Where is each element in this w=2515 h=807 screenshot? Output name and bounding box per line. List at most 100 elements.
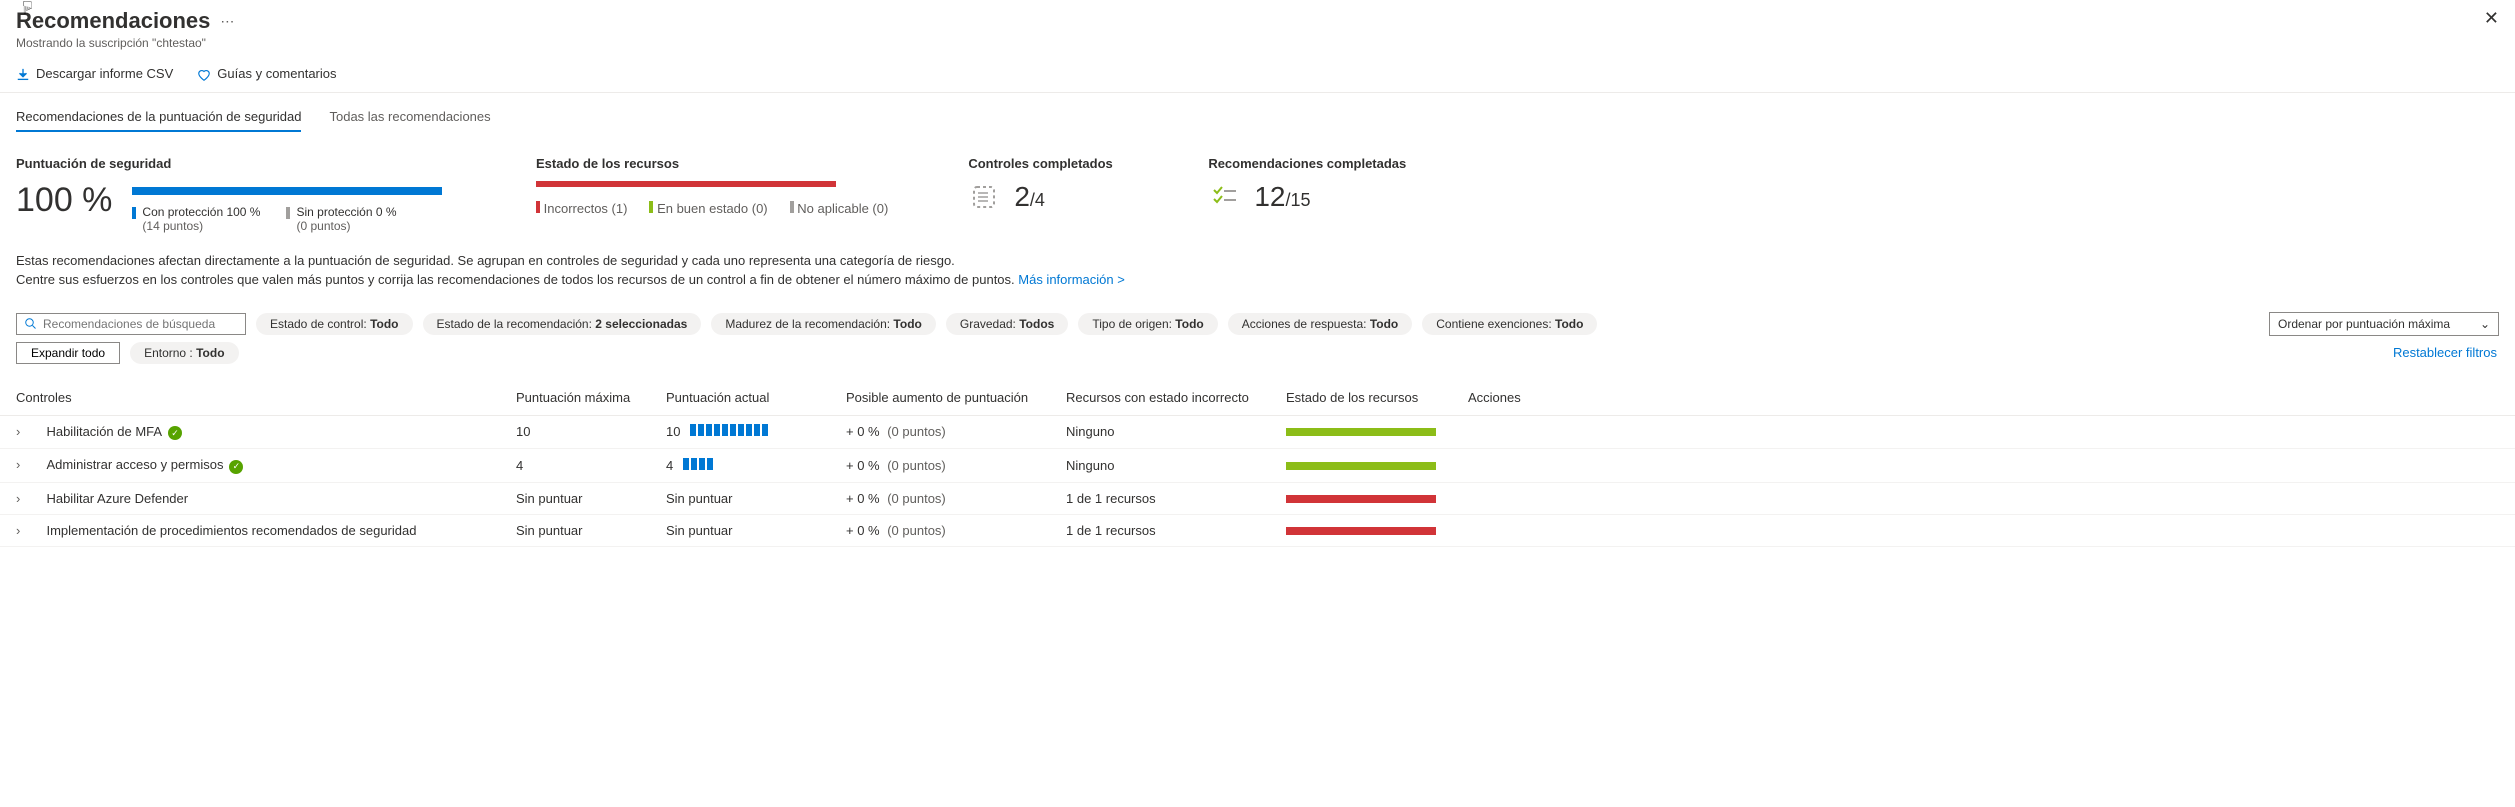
filter-pill-0[interactable]: Estado de control: Todo bbox=[256, 313, 413, 335]
filter-pill-1[interactable]: Estado de la recomendación: 2 selecciona… bbox=[423, 313, 702, 335]
sort-label: Ordenar por puntuación máxima bbox=[2278, 317, 2450, 331]
tab-scored-recs[interactable]: Recomendaciones de la puntuación de segu… bbox=[16, 109, 301, 132]
pill-env-value: Todo bbox=[196, 346, 224, 360]
tab-all-recs[interactable]: Todas las recomendaciones bbox=[329, 109, 490, 132]
toolbar: Descargar informe CSV Guías y comentario… bbox=[0, 56, 2515, 93]
tabs: Recomendaciones de la puntuación de segu… bbox=[0, 93, 2515, 132]
res-bad: Incorrectos (1) bbox=[536, 199, 627, 216]
health-bar bbox=[1286, 527, 1436, 535]
desc-line1: Estas recomendaciones afectan directamen… bbox=[16, 253, 955, 268]
expand-all-button[interactable]: Expandir todo bbox=[16, 342, 120, 364]
chevron-down-icon: ⌄ bbox=[2480, 317, 2490, 331]
metrics-row: Puntuación de seguridad 100 % Con protec… bbox=[0, 132, 2515, 243]
reset-filters-link[interactable]: Restablecer filtros bbox=[2393, 345, 2499, 360]
cell-actions bbox=[1452, 449, 2515, 483]
filters-row-2: Expandir todo Entorno : Todo Restablecer… bbox=[0, 342, 2515, 370]
cell-current: 10 bbox=[650, 415, 830, 449]
cell-health bbox=[1270, 415, 1452, 449]
table-row[interactable]: › Habilitar Azure DefenderSin puntuarSin… bbox=[0, 482, 2515, 514]
th-actions[interactable]: Acciones bbox=[1452, 380, 2515, 416]
cell-max: Sin puntuar bbox=[500, 514, 650, 546]
unprotected-points: (0 puntos) bbox=[296, 219, 396, 233]
cell-actions bbox=[1452, 415, 2515, 449]
th-current[interactable]: Puntuación actual bbox=[650, 380, 830, 416]
download-csv-link[interactable]: Descargar informe CSV bbox=[16, 66, 173, 82]
page-header: ☟ Recomendaciones ⋯ Mostrando la suscrip… bbox=[0, 0, 2515, 56]
filter-pill-6[interactable]: Contiene exenciones: Todo bbox=[1422, 313, 1597, 335]
pill-label: Gravedad: bbox=[960, 317, 1019, 331]
protected-points: (14 puntos) bbox=[142, 219, 260, 233]
pill-value: Todo bbox=[893, 317, 921, 331]
control-name: Habilitación de MFA bbox=[46, 424, 162, 439]
search-input-wrapper[interactable] bbox=[16, 313, 246, 335]
pill-value: Todo bbox=[370, 317, 398, 331]
unprotected-label: Sin protección 0 % bbox=[296, 205, 396, 219]
security-score-bar bbox=[132, 187, 442, 195]
recs-num: 12 bbox=[1254, 181, 1285, 212]
pill-value: 2 seleccionadas bbox=[595, 317, 687, 331]
controls-table: Controles Puntuación máxima Puntuación a… bbox=[0, 380, 2515, 547]
th-increase[interactable]: Posible aumento de puntuación bbox=[830, 380, 1050, 416]
cell-unhealthy: Ninguno bbox=[1050, 449, 1270, 483]
cell-increase: + 0 % (0 puntos) bbox=[830, 449, 1050, 483]
health-bar bbox=[1286, 495, 1436, 503]
control-name: Administrar acceso y permisos bbox=[46, 457, 223, 472]
cell-max: Sin puntuar bbox=[500, 482, 650, 514]
checklist-icon bbox=[968, 181, 1000, 213]
cell-increase: + 0 % (0 puntos) bbox=[830, 415, 1050, 449]
close-icon[interactable]: ✕ bbox=[2484, 8, 2499, 29]
guides-link[interactable]: Guías y comentarios bbox=[197, 66, 336, 82]
chip-lgrey-icon bbox=[790, 201, 794, 213]
cell-actions bbox=[1452, 482, 2515, 514]
controls-num: 2 bbox=[1014, 181, 1030, 212]
controls-den: /4 bbox=[1030, 190, 1045, 210]
pill-value: Todo bbox=[1175, 317, 1203, 331]
health-bar bbox=[1286, 428, 1436, 436]
controls-completed-block: Controles completados 2/4 bbox=[968, 156, 1128, 233]
filter-pill-env[interactable]: Entorno : Todo bbox=[130, 342, 238, 364]
health-bar bbox=[1286, 462, 1436, 470]
table-row[interactable]: › Habilitación de MFA✓1010+ 0 % (0 punto… bbox=[0, 415, 2515, 449]
check-badge-icon: ✓ bbox=[168, 426, 182, 440]
cell-max: 10 bbox=[500, 415, 650, 449]
score-bars bbox=[683, 458, 713, 470]
search-input[interactable] bbox=[43, 317, 237, 331]
th-max[interactable]: Puntuación máxima bbox=[500, 380, 650, 416]
cell-current: 4 bbox=[650, 449, 830, 483]
pill-value: Todo bbox=[1555, 317, 1583, 331]
recs-completed-title: Recomendaciones completadas bbox=[1208, 156, 1408, 171]
filter-pill-5[interactable]: Acciones de respuesta: Todo bbox=[1228, 313, 1413, 335]
chevron-right-icon[interactable]: › bbox=[16, 523, 32, 538]
download-icon bbox=[16, 66, 30, 82]
page-title: Recomendaciones bbox=[16, 8, 210, 34]
res-na-label: No aplicable (0) bbox=[797, 201, 888, 216]
protected-label: Con protección 100 % bbox=[142, 205, 260, 219]
filter-pill-2[interactable]: Madurez de la recomendación: Todo bbox=[711, 313, 936, 335]
control-name: Habilitar Azure Defender bbox=[46, 491, 188, 506]
filter-pill-3[interactable]: Gravedad: Todos bbox=[946, 313, 1068, 335]
chevron-right-icon[interactable]: › bbox=[16, 457, 32, 472]
security-score-value: 100 % bbox=[16, 181, 112, 220]
learn-more-link[interactable]: Más información > bbox=[1018, 272, 1125, 287]
chip-grey-icon bbox=[286, 207, 290, 219]
cursor-hand-icon: ☟ bbox=[22, 0, 33, 19]
sort-dropdown[interactable]: Ordenar por puntuación máxima ⌄ bbox=[2269, 312, 2499, 336]
th-health[interactable]: Estado de los recursos bbox=[1270, 380, 1452, 416]
chevron-right-icon[interactable]: › bbox=[16, 491, 32, 506]
score-bars bbox=[690, 424, 768, 436]
res-good: En buen estado (0) bbox=[649, 199, 767, 216]
legend-unprotected: Sin protección 0 % (0 puntos) bbox=[286, 205, 396, 233]
resource-state-title: Estado de los recursos bbox=[536, 156, 888, 171]
cell-actions bbox=[1452, 514, 2515, 546]
th-unhealthy[interactable]: Recursos con estado incorrecto bbox=[1050, 380, 1270, 416]
chevron-right-icon[interactable]: › bbox=[16, 424, 32, 439]
table-row[interactable]: › Implementación de procedimientos recom… bbox=[0, 514, 2515, 546]
table-row[interactable]: › Administrar acceso y permisos✓44+ 0 % … bbox=[0, 449, 2515, 483]
description-text: Estas recomendaciones afectan directamen… bbox=[0, 243, 2515, 298]
th-controls[interactable]: Controles bbox=[0, 380, 500, 416]
filter-pill-4[interactable]: Tipo de origen: Todo bbox=[1078, 313, 1217, 335]
more-menu-icon[interactable]: ⋯ bbox=[220, 13, 234, 30]
pill-label: Estado de control: bbox=[270, 317, 370, 331]
pill-value: Todos bbox=[1019, 317, 1054, 331]
security-score-title: Puntuación de seguridad bbox=[16, 156, 456, 171]
